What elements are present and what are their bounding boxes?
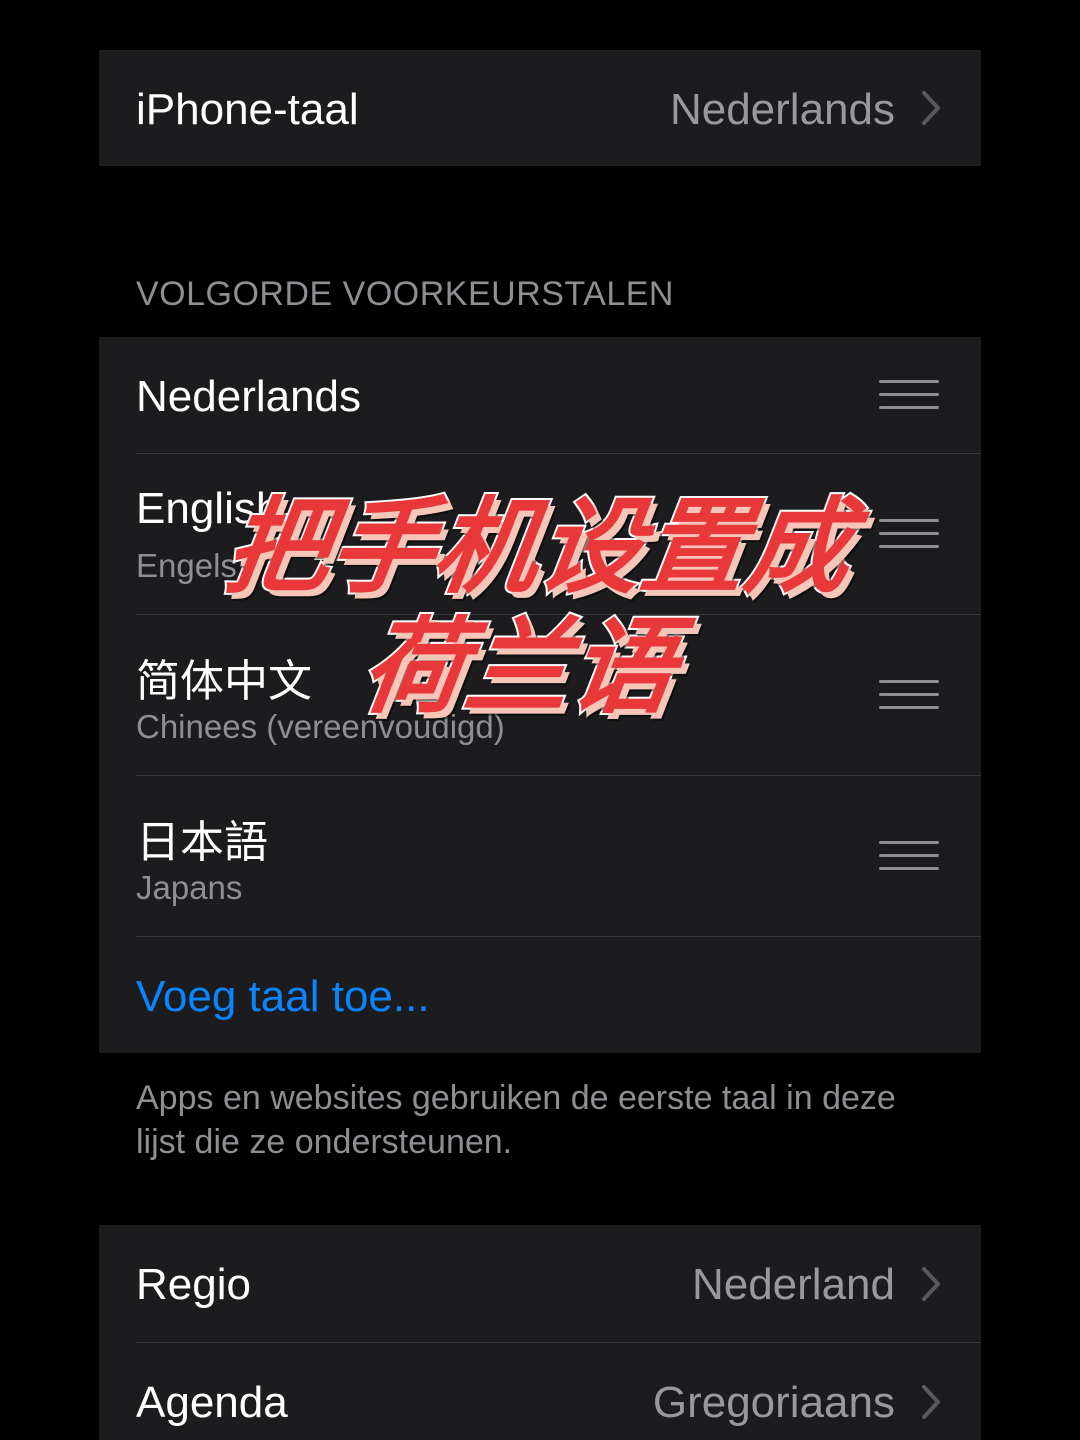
region-row[interactable]: Regio Nederland (99, 1225, 981, 1342)
calendar-label: Agenda (136, 1378, 288, 1427)
iphone-language-row[interactable]: iPhone-taal Nederlands (99, 50, 981, 166)
iphone-language-label: iPhone-taal (136, 85, 359, 134)
preferred-languages-footer: Apps en websites gebruiken de eerste taa… (136, 1079, 896, 1161)
iphone-language-value: Nederlands (669, 85, 895, 134)
calendar-value: Gregoriaans (652, 1378, 895, 1427)
chevron-right-icon (922, 1385, 940, 1419)
reorder-handle-icon[interactable] (879, 380, 939, 410)
preferred-languages-header: VOLGORDE VOORKEURSTALEN (136, 275, 674, 313)
language-item-nederlands[interactable]: Nederlands (99, 337, 981, 453)
language-name: 日本語 (136, 818, 268, 867)
add-language-row[interactable]: Voeg taal toe... (99, 937, 981, 1053)
chevron-right-icon (922, 91, 940, 125)
language-name: Nederlands (136, 372, 362, 421)
region-group: Regio Nederland Agenda Gregoriaans (99, 1225, 981, 1440)
screen: iPhone-taal Nederlands VOLGORDE VOORKEUR… (0, 0, 1080, 1440)
overlay-caption-line2: 荷兰语 (352, 604, 685, 730)
language-item-japanese[interactable]: 日本語 Japans (99, 776, 981, 936)
language-translation: Japans (136, 869, 243, 906)
iphone-language-group: iPhone-taal Nederlands (99, 50, 981, 166)
chevron-right-icon (922, 1267, 940, 1301)
reorder-handle-icon[interactable] (879, 841, 939, 871)
calendar-row[interactable]: Agenda Gregoriaans (99, 1343, 981, 1440)
add-language-link[interactable]: Voeg taal toe... (136, 972, 430, 1022)
region-label: Regio (136, 1260, 251, 1309)
region-value: Nederland (691, 1260, 895, 1309)
